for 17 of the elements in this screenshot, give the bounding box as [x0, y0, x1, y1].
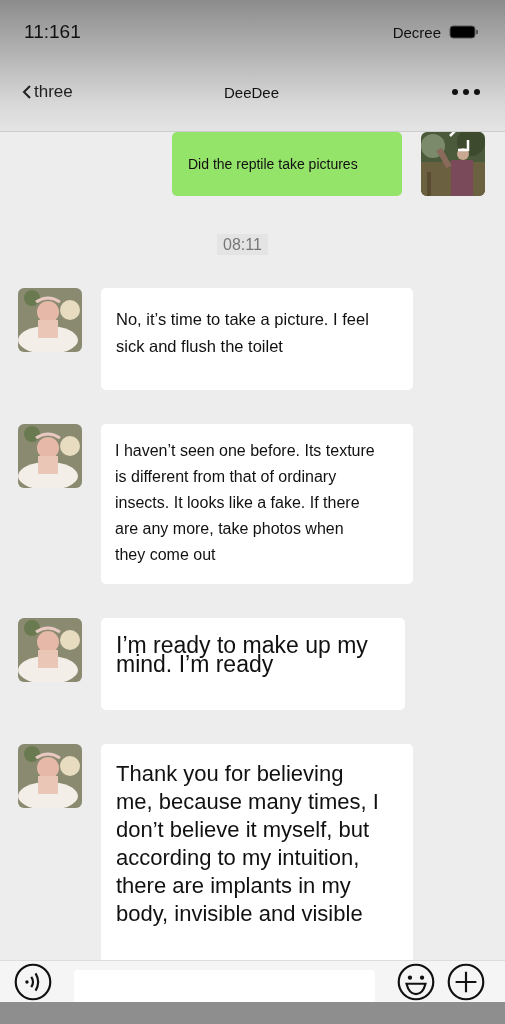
more-icon[interactable]: [451, 88, 481, 96]
voice-icon[interactable]: [14, 963, 52, 1001]
back-chevron-icon: [22, 84, 32, 100]
battery-icon: [449, 24, 479, 40]
message-timestamp: 08:11: [217, 234, 268, 255]
received-message-bubble: Thank you for believing me, because many times, I don’t believe it myself, but according to my intuition, there are implants in my body, invisible and visible: [101, 744, 413, 960]
received-message-bubble: I’m ready to make up my mind. I’m ready: [101, 618, 405, 710]
add-icon[interactable]: [447, 963, 485, 1001]
carrier-name: Decree: [392, 23, 441, 41]
chat-title: DeeDee: [223, 83, 279, 101]
emoji-icon[interactable]: [397, 963, 435, 1001]
received-message-bubble: I haven’t seen one before. Its texture is different from that of ordinary insects. It looks like a fake. If there are any more, take photos when they come out: [101, 424, 413, 584]
received-message-bubble: No, it’s time to take a picture. I feel sick and flush the toilet: [101, 288, 413, 390]
status-time: 11:161: [24, 21, 81, 43]
message-input-field[interactable]: [74, 970, 375, 1002]
back-button[interactable]: three: [22, 82, 73, 102]
sent-message-bubble: Did the reptile take pictures: [172, 132, 402, 196]
